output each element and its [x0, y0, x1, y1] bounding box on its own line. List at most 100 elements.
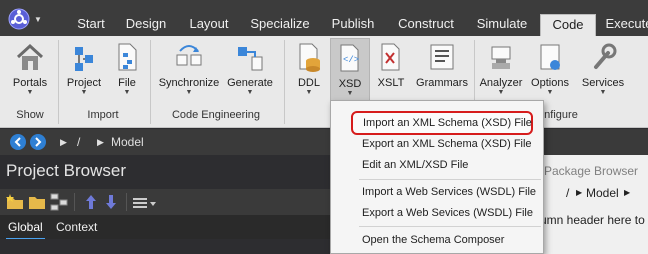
tab-layout[interactable]: Layout [183, 14, 235, 36]
forward-button[interactable] [30, 134, 46, 150]
chevron-right-icon[interactable]: ▶ [576, 188, 582, 197]
ddl-button[interactable]: DDL ▼ [290, 38, 328, 102]
generate-label: Generate [227, 77, 273, 89]
project-button[interactable]: Project ▼ [62, 38, 106, 102]
toolbar-divider [126, 193, 127, 211]
tab-simulate[interactable]: Simulate [471, 14, 533, 36]
options-label: Options [531, 77, 569, 89]
file-button[interactable]: File ▼ [110, 38, 144, 102]
generate-icon [238, 47, 263, 71]
group-label-code-engineering: Code Engineering [171, 109, 261, 121]
chevron-right-icon[interactable]: ▶ [60, 137, 67, 148]
project-browser-title: Project Browser [6, 161, 126, 180]
portals-button[interactable]: Portals ▼ [6, 38, 54, 102]
project-tree[interactable] [0, 239, 340, 254]
wrench-icon [594, 43, 617, 69]
new-package-icon[interactable] [6, 193, 24, 211]
toolbar-divider [74, 193, 75, 211]
menu-item-schema-composer[interactable]: Open the Schema Composer [331, 230, 543, 252]
group-label-import: Import [87, 109, 119, 121]
chevron-down-icon: ▼ [80, 89, 88, 96]
grammars-button[interactable]: Grammars [412, 38, 472, 102]
chevron-down-icon: ▼ [497, 89, 505, 96]
chevron-down-icon: ▼ [346, 90, 354, 97]
ribbon: Portals ▼ Show Project ▼ File ▼ Import S… [0, 36, 648, 128]
chevron-down-icon: ▼ [599, 89, 607, 96]
services-button[interactable]: Services ▼ [578, 38, 628, 102]
tab-specialize[interactable]: Specialize [246, 14, 314, 36]
app-menu-button[interactable]: ▼ [4, 6, 48, 32]
arrow-right-icon [35, 137, 42, 147]
folder-icon[interactable] [28, 193, 46, 211]
chevron-right-icon[interactable]: ▶ [97, 137, 104, 148]
project-browser-toolbar [0, 189, 340, 215]
analyzer-label: Analyzer [479, 77, 523, 89]
menu-item-export-wsdl[interactable]: Export a Web Sevices (WSDL) File [331, 203, 543, 225]
ddl-label: DDL [297, 77, 320, 89]
group-by-hint: umn header here to [540, 213, 645, 227]
analyzer-button[interactable]: Analyzer ▼ [476, 38, 526, 102]
chevron-right-icon[interactable]: ▶ [624, 188, 630, 197]
file-icon [118, 43, 137, 71]
options-icon [540, 44, 560, 70]
breadcrumb-root[interactable]: / [77, 135, 80, 149]
group-label-show: Show [16, 109, 44, 121]
arrow-up-icon[interactable] [82, 193, 100, 211]
menu-item-edit-xml[interactable]: Edit an XML/XSD File [331, 155, 543, 177]
tab-publish[interactable]: Publish [325, 14, 381, 36]
ddl-icon [299, 43, 320, 72]
project-browser: Project Browser Global Context [0, 155, 340, 254]
chevron-down-icon: ▼ [546, 89, 554, 96]
grammars-label: Grammars [416, 77, 468, 89]
project-label: Project [66, 77, 102, 89]
options-button[interactable]: Options ▼ [528, 38, 572, 102]
back-button[interactable] [10, 134, 26, 150]
tab-code[interactable]: Code [540, 14, 596, 36]
tab-start[interactable]: Start [66, 14, 116, 36]
project-browser-tabs: Global Context [0, 215, 340, 240]
menu-separator [359, 226, 541, 227]
menu-icon[interactable] [132, 193, 158, 211]
package-browser-title: Package Browser [544, 164, 639, 178]
package-breadcrumb-model[interactable]: Model [586, 186, 619, 200]
tab-execute[interactable]: Execute [600, 14, 648, 36]
chevron-down-icon: ▼ [305, 89, 313, 96]
xslt-icon [381, 43, 400, 71]
project-icon [75, 47, 93, 71]
group-divider [150, 40, 151, 124]
menu-item-import-wsdl[interactable]: Import a Web Services (WSDL) File [331, 182, 543, 204]
package-browser-breadcrumb: / ▶ Model ▶ [540, 185, 648, 203]
arrow-down-icon[interactable] [102, 193, 120, 211]
tab-construct[interactable]: Construct [392, 14, 460, 36]
chevron-down-icon: ▼ [26, 89, 34, 96]
portals-icon [16, 43, 44, 70]
xslt-button[interactable]: XSLT [372, 38, 410, 102]
app-logo-icon [8, 8, 30, 30]
arrow-left-icon [14, 137, 21, 147]
file-label: File [118, 77, 136, 89]
hierarchy-icon[interactable] [50, 193, 68, 211]
breadcrumb-model[interactable]: Model [111, 135, 144, 149]
xsd-button[interactable]: </> XSD ▼ [330, 38, 370, 102]
xsd-dropdown-menu: Import an XML Schema (XSD) File Export a… [330, 100, 544, 254]
synchronize-label: Synchronize [158, 77, 220, 89]
group-label-configure: nfigure [544, 109, 578, 121]
menu-separator [359, 179, 541, 180]
synchronize-icon [176, 45, 202, 66]
tab-context[interactable]: Context [56, 220, 97, 234]
svg-text:</>: </> [343, 55, 359, 65]
generate-button[interactable]: Generate ▼ [224, 38, 276, 102]
chevron-down-icon: ▼ [246, 89, 254, 96]
synchronize-button[interactable]: Synchronize ▼ [156, 38, 222, 102]
menu-item-import-xsd[interactable]: Import an XML Schema (XSD) File [351, 111, 533, 135]
breadcrumb: ▶ / ▶ Model [0, 129, 648, 155]
xsd-label: XSD [338, 78, 362, 90]
grammars-icon [430, 44, 454, 70]
chevron-down-icon: ▼ [123, 89, 131, 96]
menu-item-export-xsd[interactable]: Export an XML Schema (XSD) File [331, 134, 543, 156]
xslt-label: XSLT [377, 77, 405, 89]
tab-global[interactable]: Global [6, 220, 45, 240]
chevron-down-icon: ▼ [185, 89, 193, 96]
package-breadcrumb-root[interactable]: / [566, 186, 569, 200]
tab-design[interactable]: Design [120, 14, 172, 36]
